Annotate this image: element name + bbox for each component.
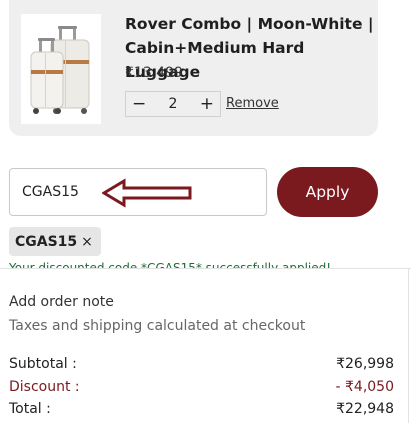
cart-drawer: Rover Combo | Moon-White | Cabin+Medium … bbox=[0, 0, 411, 423]
total-value: ₹22,948 bbox=[336, 401, 394, 417]
luggage-icon bbox=[30, 26, 90, 114]
total-row: Total : ₹22,948 bbox=[9, 401, 394, 417]
left-arrow-annotation-icon bbox=[102, 178, 192, 208]
total-label: Total : bbox=[9, 401, 51, 417]
decrease-quantity-button[interactable]: − bbox=[132, 95, 146, 113]
tax-shipping-note: Taxes and shipping calculated at checkou… bbox=[9, 318, 306, 334]
discount-label: Discount : bbox=[9, 379, 80, 395]
applied-code-label: CGAS15 bbox=[15, 233, 78, 250]
increase-quantity-button[interactable]: + bbox=[200, 95, 214, 113]
quantity-stepper: − 2 + bbox=[125, 91, 221, 117]
subtotal-value: ₹26,998 bbox=[336, 356, 394, 372]
cart-item-card: Rover Combo | Moon-White | Cabin+Medium … bbox=[9, 0, 378, 136]
subtotal-row: Subtotal : ₹26,998 bbox=[9, 356, 394, 372]
add-order-note-link[interactable]: Add order note bbox=[9, 294, 114, 310]
close-icon[interactable]: × bbox=[81, 234, 93, 250]
scrollbar-track[interactable] bbox=[408, 268, 409, 423]
discount-row: Discount : - ₹4,050 bbox=[9, 379, 394, 395]
subtotal-label: Subtotal : bbox=[9, 356, 77, 372]
remove-item-link[interactable]: Remove bbox=[226, 96, 279, 111]
product-image[interactable] bbox=[21, 14, 101, 124]
product-price: ₹13,499 bbox=[125, 65, 183, 81]
quantity-value[interactable]: 2 bbox=[169, 96, 178, 112]
applied-discount-chip: CGAS15 × bbox=[9, 227, 101, 256]
section-divider bbox=[0, 268, 411, 269]
discount-value: - ₹4,050 bbox=[335, 379, 395, 395]
apply-discount-button[interactable]: Apply bbox=[277, 167, 378, 217]
